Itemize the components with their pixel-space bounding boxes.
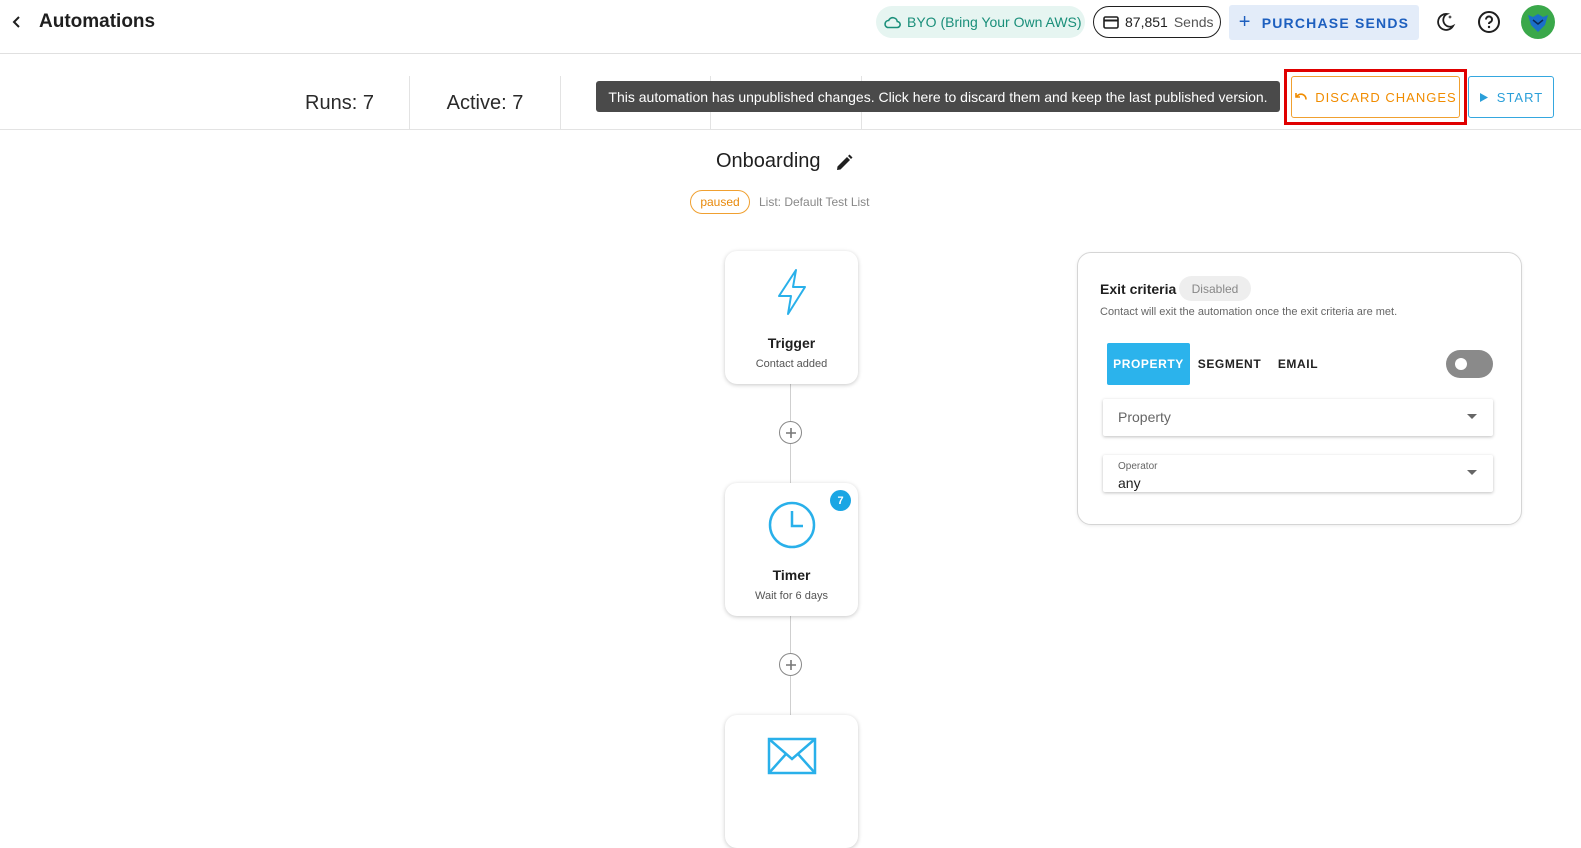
node-title: Trigger [767,335,816,351]
credit-card-icon [1103,15,1119,29]
start-button[interactable]: START [1468,76,1554,118]
help-circle-icon [1478,11,1500,33]
sends-balance-chip[interactable]: 87,851 Sends [1093,6,1221,38]
exit-criteria-card: Exit criteria Disabled Contact will exit… [1077,252,1522,525]
active-stat: Active: 7 [410,76,561,130]
status-badge: paused [690,190,750,214]
property-select[interactable]: Property [1103,399,1493,436]
tab-property[interactable]: PROPERTY [1107,343,1190,385]
caret-down-icon [1467,470,1477,475]
sends-count: 87,851 [1125,14,1168,30]
tab-segment[interactable]: SEGMENT [1190,343,1269,385]
email-node[interactable] [725,715,858,848]
plus-icon [785,659,796,670]
unpublished-changes-tooltip: This automation has unpublished changes.… [596,81,1280,112]
operator-label: Operator [1118,461,1158,472]
node-subtitle: Wait for 6 days [755,590,828,602]
operator-select[interactable]: Operator any [1103,455,1493,492]
purchase-sends-label: PURCHASE SENDS [1261,14,1410,31]
byo-aws-chip[interactable]: BYO (Bring Your Own AWS) [876,6,1085,38]
tab-email[interactable]: EMAIL [1269,343,1327,385]
top-app-bar: Automations BYO (Bring Your Own AWS) 87,… [0,0,1581,54]
plus-icon [785,427,796,438]
edit-name-button[interactable] [834,153,854,173]
caret-down-icon [1467,414,1477,419]
fox-avatar-icon [1528,14,1548,32]
moon-stars-icon [1437,13,1456,31]
start-label: START [1496,89,1544,105]
plus-icon: + [1238,11,1252,33]
exit-criteria-title: Exit criteria [1100,281,1177,297]
envelope-icon [767,737,816,775]
lightning-icon [777,269,806,315]
list-label: List: Default Test List [759,195,870,209]
trigger-node[interactable]: Trigger Contact added [725,251,858,384]
help-button[interactable] [1475,8,1503,36]
exit-criteria-toggle[interactable] [1446,350,1493,378]
exit-criteria-state-chip: Disabled [1179,276,1251,301]
avatar[interactable] [1521,5,1555,39]
theme-toggle-button[interactable] [1431,8,1459,36]
back-button[interactable] [6,10,28,34]
sends-label: Sends [1173,14,1214,30]
runs-stat: Runs: 7 [270,76,410,130]
node-title: Timer [772,567,811,583]
operator-value: any [1118,475,1141,491]
cloud-icon [884,16,901,29]
automation-name: Onboarding [716,150,821,172]
play-icon [1479,92,1488,102]
toggle-knob [1455,358,1467,370]
chevron-left-icon [12,16,20,28]
property-placeholder: Property [1118,409,1171,425]
node-subtitle: Contact added [755,358,828,370]
discard-changes-button[interactable]: DISCARD CHANGES [1291,76,1460,118]
discard-changes-label: DISCARD CHANGES [1315,89,1457,105]
undo-icon [1295,93,1308,100]
exit-criteria-description: Contact will exit the automation once th… [1100,306,1398,318]
page-title: Automations [39,11,156,32]
byo-label: BYO (Bring Your Own AWS) [907,14,1082,30]
active-count-badge: 7 [830,490,851,511]
pencil-icon [837,154,853,170]
add-step-button[interactable] [779,653,802,676]
purchase-sends-button[interactable]: + PURCHASE SENDS [1229,5,1419,40]
add-step-button[interactable] [779,421,802,444]
clock-icon [768,501,815,549]
